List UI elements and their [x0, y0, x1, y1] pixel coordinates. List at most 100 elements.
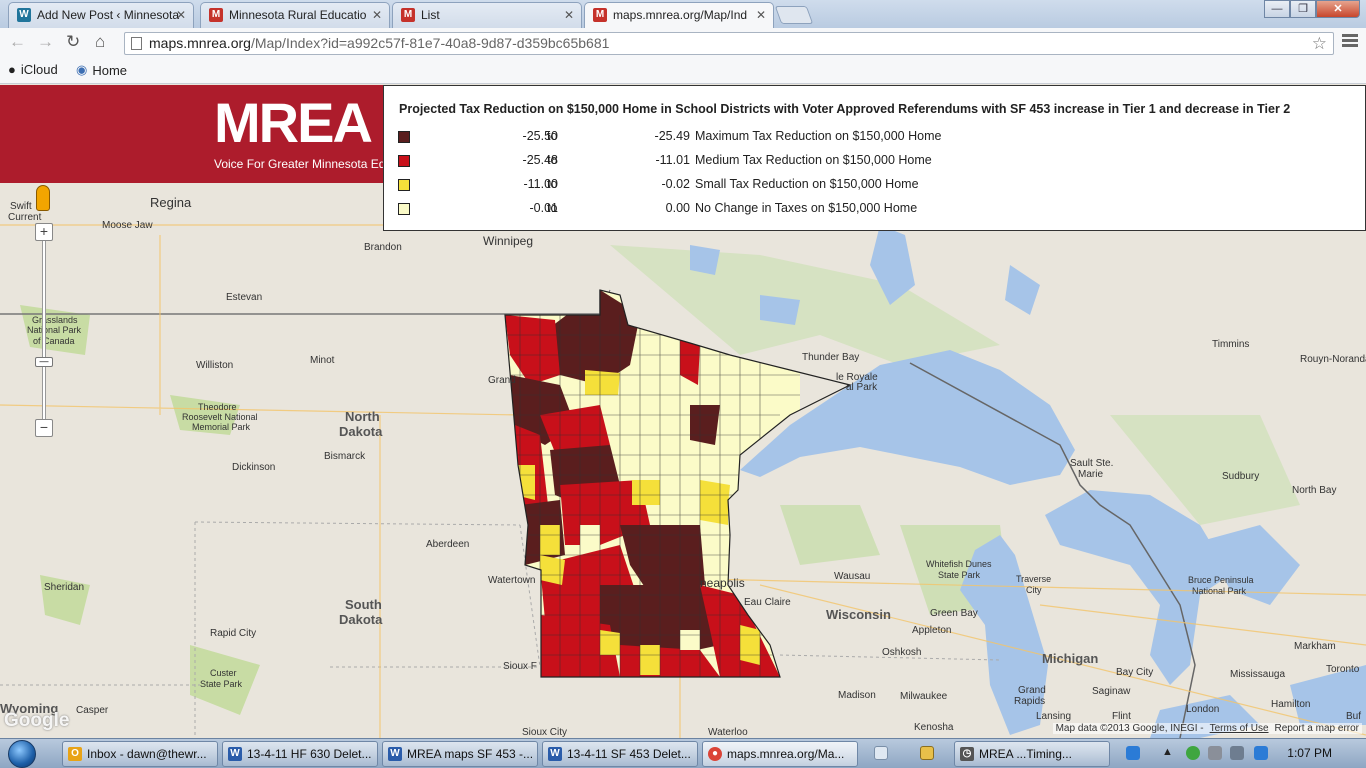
page-icon [131, 37, 142, 50]
show-hidden-icons-icon[interactable]: ▲ [1162, 746, 1176, 760]
windows-start-icon[interactable] [8, 740, 36, 768]
map-label: Dakota [339, 612, 383, 627]
map-label: State Park [938, 570, 981, 580]
reload-icon[interactable]: ↻ [66, 32, 80, 52]
legend-label: Small Tax Reduction on $150,000 Home [695, 177, 919, 191]
taskbar-label: Inbox - dawn@thewr... [87, 747, 207, 761]
close-icon[interactable]: ✕ [372, 3, 382, 27]
map-label: Current [8, 212, 42, 223]
folder-icon[interactable] [920, 746, 934, 760]
map-label: Memorial Park [192, 422, 251, 432]
taskbar-clock[interactable]: 1:07 PM [1287, 746, 1332, 760]
mrea-logo[interactable]: MREA [214, 95, 373, 151]
close-icon[interactable]: ✕ [176, 3, 186, 27]
map-label: al Park [846, 382, 878, 393]
minimize-button[interactable]: — [1264, 0, 1290, 18]
map-label: Madison [838, 690, 876, 701]
dropbox-icon[interactable] [1126, 746, 1140, 760]
taskbar-label: maps.mnrea.org/Ma... [727, 747, 845, 761]
map-label: Swift [10, 201, 32, 212]
zoom-out-button[interactable]: − [35, 419, 53, 437]
map-label: Traverse [1016, 574, 1051, 584]
mrea-header: MREA Voice For Greater Minnesota Ed [0, 85, 386, 183]
map-label: Toronto [1326, 664, 1360, 675]
taskbar-label: 13-4-11 SF 453 Delet... [567, 747, 691, 761]
close-window-button[interactable]: ✕ [1316, 0, 1360, 18]
new-tab-button[interactable] [774, 6, 814, 24]
bookmark-home[interactable]: ◉ Home [76, 62, 127, 78]
volume-icon[interactable] [1230, 746, 1244, 760]
street-view-pegman-icon[interactable] [36, 185, 50, 211]
home-globe-icon: ◉ [76, 62, 88, 77]
map-label: Bruce Peninsula [1188, 575, 1254, 585]
bookmark-star-icon[interactable]: ☆ [1312, 33, 1327, 54]
legend-swatch [398, 155, 410, 167]
tab-title: List [421, 8, 440, 22]
home-icon[interactable]: ⌂ [95, 32, 105, 52]
legend-row: -11.00 to -0.02 Small Tax Reduction on $… [398, 177, 1358, 193]
map-label: Lansing [1036, 711, 1071, 722]
map-label: Wausau [834, 571, 870, 582]
legend-to: 0.00 [665, 201, 690, 215]
address-bar[interactable]: maps.mnrea.org/Map/Index?id=a992c57f-81e… [124, 32, 1334, 55]
legend-to-word: to [547, 177, 558, 191]
report-map-error-link[interactable]: Report a map error [1275, 723, 1359, 734]
map-label: Sioux F [503, 661, 537, 672]
district-small [632, 480, 660, 505]
map-data-credit: Map data ©2013 Google, INEGI - [1055, 723, 1204, 734]
legend-to-word: to [547, 153, 558, 167]
back-arrow-icon[interactable]: ← [9, 32, 26, 52]
map-label: City [1026, 585, 1042, 595]
taskbar-item-word-3[interactable]: W 13-4-11 SF 453 Delet... [542, 741, 698, 767]
zoom-slider-thumb[interactable]: — [35, 357, 53, 367]
map-label: Michigan [1042, 651, 1098, 666]
map-label: Marie [1078, 469, 1103, 480]
legend-swatch [398, 203, 410, 215]
taskbar-label: MREA ...Timing... [979, 747, 1072, 761]
district-small [640, 645, 660, 675]
printer-icon[interactable] [1208, 746, 1222, 760]
restore-button[interactable]: ❐ [1290, 0, 1316, 18]
forward-arrow-icon[interactable]: → [37, 32, 54, 52]
legend-to: -25.49 [654, 129, 690, 143]
map-label: Thunder Bay [802, 352, 859, 363]
map-label: Rapid City [210, 628, 256, 639]
zoom-slider-track[interactable] [42, 237, 46, 429]
close-icon[interactable]: ✕ [564, 3, 574, 27]
map-label: Bay City [1116, 667, 1153, 678]
taskbar-item-timer[interactable]: ◷ MREA ...Timing... [954, 741, 1110, 767]
zoom-in-button[interactable]: + [35, 223, 53, 241]
close-icon[interactable]: ✕ [756, 3, 766, 27]
mrea-tagline: Voice For Greater Minnesota Ed [214, 157, 386, 171]
terms-of-use-link[interactable]: Terms of Use [1210, 723, 1269, 734]
tab-maps-mnrea[interactable]: M maps.mnrea.org/Map/Ind ✕ [584, 2, 774, 28]
network-icon[interactable] [1186, 746, 1200, 760]
legend-from: -0.01 [529, 201, 559, 215]
legend-from: -25.50 [522, 129, 558, 143]
taskbar-item-chrome[interactable]: ● maps.mnrea.org/Ma... [702, 741, 858, 767]
dropbox-tray-icon[interactable] [1254, 746, 1268, 760]
legend-swatch [398, 131, 410, 143]
map-label: Markham [1294, 641, 1336, 652]
word-icon: W [228, 747, 242, 761]
bookmark-icloud[interactable]: ● iCloud [8, 62, 58, 77]
district-small [600, 630, 620, 655]
chrome-icon: ● [708, 747, 722, 761]
tab-list[interactable]: M List ✕ [392, 2, 582, 28]
calculator-icon[interactable] [874, 746, 888, 760]
map-label: North [345, 409, 380, 424]
map-label: Hamilton [1271, 699, 1310, 710]
tab-add-new-post[interactable]: W Add New Post ‹ Minnesota ✕ [8, 2, 194, 28]
taskbar-item-word-2[interactable]: W MREA maps SF 453 -... [382, 741, 538, 767]
chrome-menu-icon[interactable] [1342, 34, 1358, 49]
google-logo[interactable]: Google [4, 710, 69, 732]
map-label-regina: Regina [150, 195, 192, 210]
map-label: Bismarck [324, 451, 366, 462]
lake [760, 295, 800, 325]
taskbar-item-word-1[interactable]: W 13-4-11 HF 630 Delet... [222, 741, 378, 767]
legend-to-word: to [547, 129, 558, 143]
taskbar-item-outlook[interactable]: O Inbox - dawn@thewr... [62, 741, 218, 767]
tab-minnesota-rural-education[interactable]: M Minnesota Rural Educatio ✕ [200, 2, 390, 28]
map-label: State Park [200, 679, 243, 689]
map-label: Casper [76, 705, 109, 716]
